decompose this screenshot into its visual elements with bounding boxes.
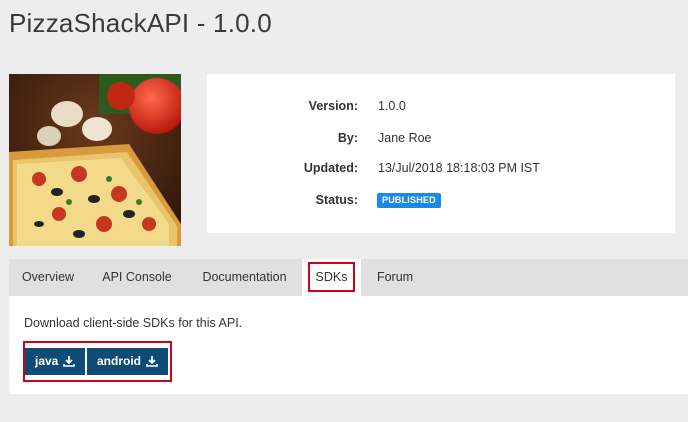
sdks-description: Download client-side SDKs for this API. — [24, 316, 243, 330]
tab-api-console[interactable]: API Console — [87, 259, 187, 296]
download-icon — [146, 356, 158, 367]
status-row: Status: PUBLISHED — [207, 190, 675, 210]
tab-forum[interactable]: Forum — [361, 259, 429, 296]
tab-sdks[interactable]: SDKs — [302, 259, 361, 296]
tab-sdks-label: SDKs — [307, 262, 356, 292]
tab-overview-label: Overview — [21, 270, 75, 284]
status-badge: PUBLISHED — [377, 193, 441, 208]
updated-row: Updated: 13/Jul/2018 18:18:03 PM IST — [207, 158, 675, 178]
tab-api-console-label: API Console — [102, 270, 172, 284]
api-thumbnail-image — [9, 74, 181, 246]
download-icon — [63, 356, 76, 367]
author-row: By: Jane Roe — [207, 128, 675, 148]
author-value: Jane Roe — [378, 131, 432, 145]
status-label: Status: — [315, 193, 358, 207]
android-sdk-download-button[interactable]: android — [87, 348, 168, 375]
updated-value: 13/Jul/2018 18:18:03 PM IST — [378, 161, 540, 175]
tab-documentation-label: Documentation — [202, 270, 287, 284]
sdks-panel: Download client-side SDKs for this API. … — [9, 296, 688, 394]
author-label: By: — [337, 131, 358, 145]
java-sdk-download-button[interactable]: java — [25, 348, 86, 375]
updated-label: Updated: — [303, 161, 358, 175]
version-row: Version: 1.0.0 — [207, 96, 675, 116]
android-sdk-label: android — [97, 354, 141, 368]
java-sdk-label: java — [35, 354, 59, 368]
version-label: Version: — [308, 99, 358, 113]
tab-forum-label: Forum — [376, 270, 414, 284]
tab-overview[interactable]: Overview — [9, 259, 87, 296]
api-info-card: Version: 1.0.0 By: Jane Roe Updated: 13/… — [207, 74, 675, 233]
page-title: PizzaShackAPI - 1.0.0 — [9, 8, 272, 38]
tab-documentation[interactable]: Documentation — [187, 259, 302, 296]
api-tabs: Overview API Console Documentation SDKs … — [9, 259, 688, 296]
version-value: 1.0.0 — [378, 99, 406, 113]
